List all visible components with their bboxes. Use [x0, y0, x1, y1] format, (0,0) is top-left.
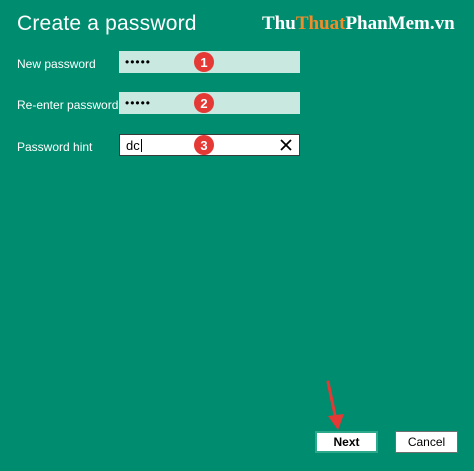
text-caret	[140, 138, 142, 152]
watermark-part-2: Thuat	[295, 13, 346, 34]
clear-icon[interactable]	[277, 136, 295, 154]
watermark-part-1: Thu	[262, 13, 296, 34]
watermark-logo: ThuThuatPhanMem.vn	[262, 13, 455, 35]
next-button[interactable]: Next	[315, 431, 378, 453]
step-badge-3: 3	[194, 135, 214, 155]
arrow-annotation-icon	[326, 380, 344, 430]
cancel-button[interactable]: Cancel	[395, 431, 458, 453]
step-badge-2: 2	[194, 93, 214, 113]
page-title: Create a password	[17, 12, 197, 35]
step-badge-1: 1	[194, 52, 214, 72]
new-password-value: •••••	[125, 55, 152, 69]
reenter-password-label: Re-enter password	[17, 98, 119, 112]
password-hint-value: dc	[126, 137, 140, 153]
password-hint-label: Password hint	[17, 140, 93, 154]
new-password-label: New password	[17, 57, 96, 71]
watermark-part-3: PhanMem.vn	[345, 13, 455, 34]
reenter-password-value: •••••	[125, 96, 152, 110]
